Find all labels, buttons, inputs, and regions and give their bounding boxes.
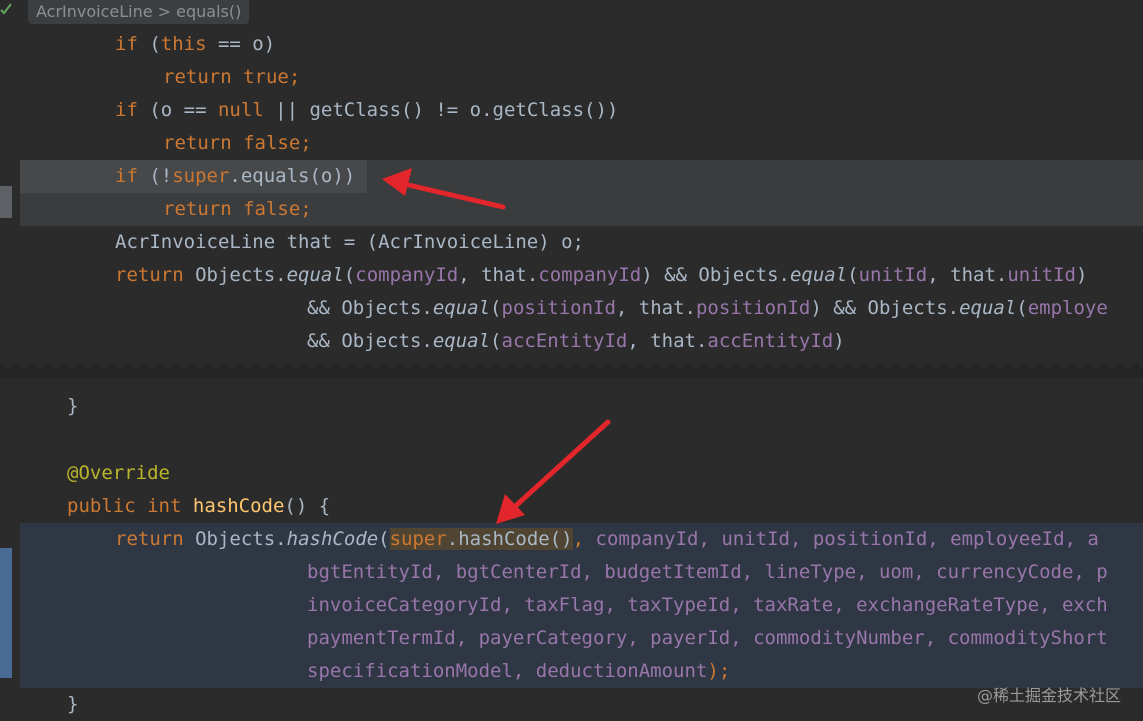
watermark: @稀土掘金技术社区 bbox=[976, 686, 1121, 705]
arrow-icon bbox=[382, 168, 506, 210]
arrow-icon bbox=[496, 419, 611, 524]
annotation-arrows bbox=[382, 168, 611, 524]
